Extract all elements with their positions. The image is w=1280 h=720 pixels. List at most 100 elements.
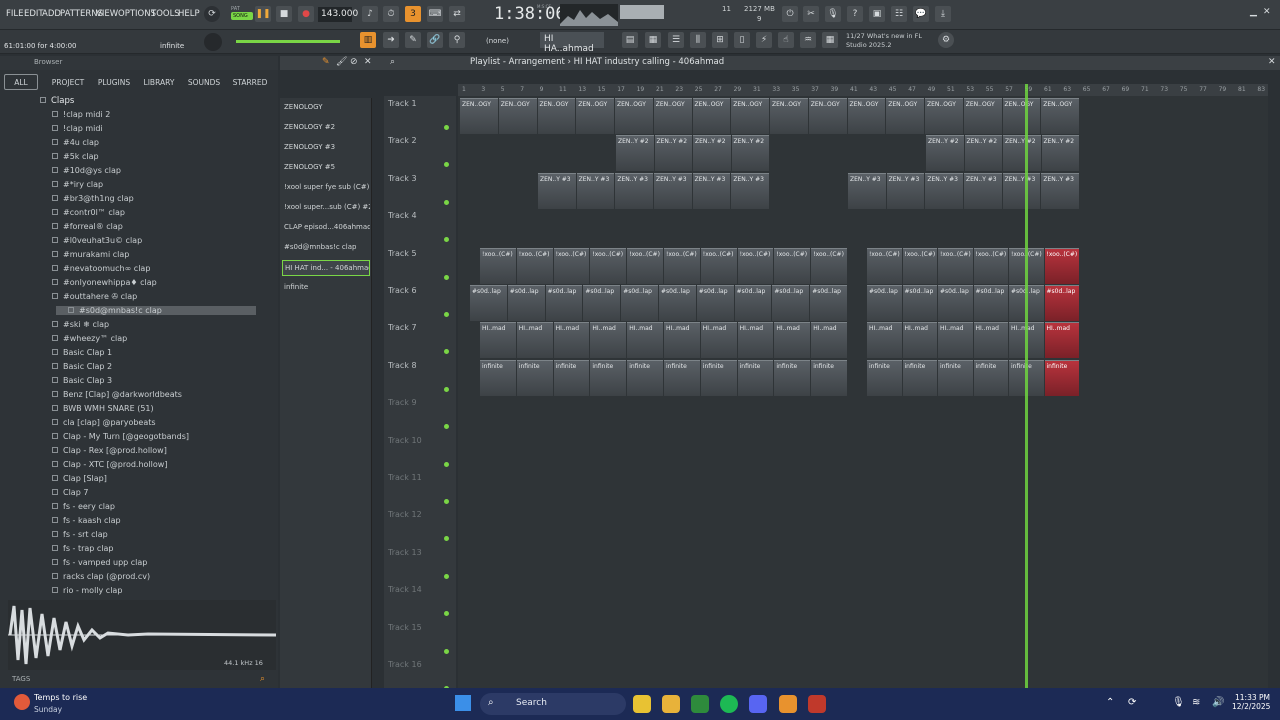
pattern-item[interactable]: !xool super fye sub (C#): [282, 180, 370, 196]
chrome-icon[interactable]: [633, 695, 651, 713]
playlist-clip[interactable]: #s0d..lap: [902, 285, 937, 321]
pattern-item[interactable]: HI HAT ind... - 406ahmad: [282, 260, 370, 276]
playlist-clip[interactable]: !xoo..(C#): [938, 247, 973, 284]
pattern-item[interactable]: infinite: [282, 280, 370, 296]
playlist-clip[interactable]: ZEN..OGY: [886, 98, 924, 134]
playhead[interactable]: [1025, 84, 1028, 688]
track-mute-dot[interactable]: [444, 199, 449, 205]
playlist-clip[interactable]: #s0d..lap: [583, 285, 621, 321]
playlist-clip[interactable]: ZEN..Y #2: [693, 135, 731, 172]
playlist-clip[interactable]: infinite: [516, 359, 553, 396]
playlist-clip[interactable]: HI..mad: [938, 322, 973, 359]
playlist-clip[interactable]: ZEN..OGY: [576, 98, 614, 134]
playlist-clip[interactable]: ZEN..Y #3: [886, 172, 925, 209]
track-label[interactable]: Track 2: [388, 136, 417, 145]
time-format[interactable]: M:S:CS: [537, 4, 551, 9]
track-mute-dot[interactable]: [444, 312, 449, 317]
playlist-clip[interactable]: HI..mad: [516, 322, 553, 359]
tray-chevron-icon[interactable]: ⌃: [1106, 697, 1114, 708]
menu-add[interactable]: ADD: [42, 9, 61, 19]
browser-item[interactable]: Clap - XTC [@prod.hollow]: [52, 460, 167, 469]
browser-item[interactable]: Clap [Slap]: [52, 474, 107, 483]
minimize-icon[interactable]: ▁: [1250, 7, 1257, 17]
playlist-clip[interactable]: infinite: [480, 359, 516, 396]
track-label[interactable]: Track 12: [388, 510, 422, 519]
playlist-clip[interactable]: ZEN..Y #3: [1041, 172, 1079, 209]
playlist-clip[interactable]: HI..mad: [664, 322, 700, 359]
record-icon[interactable]: ●: [298, 6, 314, 22]
playlist-clip[interactable]: #s0d..lap: [867, 285, 902, 321]
playlist-clip[interactable]: HI..mad: [627, 322, 663, 359]
settings-icon[interactable]: ⚙: [938, 32, 954, 48]
stop-icon[interactable]: ■: [276, 6, 292, 22]
weather-icon[interactable]: [14, 694, 30, 710]
track-label[interactable]: Track 8: [388, 361, 417, 370]
playlist-clip[interactable]: infinite: [700, 359, 737, 396]
browser-item[interactable]: #br3@th1ng clap: [52, 194, 134, 203]
pattern-item[interactable]: ZENOLOGY #5: [282, 160, 370, 176]
playlist-clip[interactable]: ZEN..OGY: [498, 98, 537, 134]
countdown-icon[interactable]: 3: [405, 6, 421, 22]
playlist-clip[interactable]: ZEN..Y #2: [616, 135, 654, 172]
master-volume[interactable]: [620, 5, 664, 19]
browser-item[interactable]: #10d@ys clap: [52, 166, 121, 175]
track-label[interactable]: Track 9: [388, 398, 417, 407]
plug-icon[interactable]: ⚡: [756, 32, 772, 48]
zoom-tool-icon[interactable]: ⌕: [390, 57, 395, 67]
playlist-clip[interactable]: infinite: [1044, 359, 1079, 396]
playlist-clip[interactable]: HI..mad: [737, 322, 774, 359]
taskbar-search[interactable]: Search: [480, 693, 626, 715]
playlist-clip[interactable]: HI..mad: [811, 322, 847, 359]
playlist-clip[interactable]: ZEN..Y #2: [1041, 135, 1079, 172]
playlist-clip[interactable]: #s0d..lap: [734, 285, 772, 321]
playlist-clip[interactable]: HI..mad: [902, 322, 937, 359]
browser-item[interactable]: fs - trap clap: [52, 544, 114, 553]
pat-song-switch[interactable]: PAT SONG: [231, 6, 253, 22]
browser-item[interactable]: Clap - My Turn [@geogotbands]: [52, 432, 189, 441]
touch-icon[interactable]: ☝: [778, 32, 794, 48]
playlist-clip[interactable]: ZEN..Y #3: [538, 172, 576, 209]
loop-icon[interactable]: ⟳: [204, 6, 220, 22]
playlist-clip[interactable]: ZEN..Y #2: [654, 135, 692, 172]
folder-explorer-icon[interactable]: [662, 695, 680, 713]
browser-item[interactable]: #nevatoomuch∞ clap: [52, 264, 150, 273]
playlist-clip[interactable]: !xoo..(C#): [902, 247, 937, 284]
news-panel[interactable]: 11/27 What's new in FL Studio 2025.2: [846, 32, 922, 50]
cut-icon[interactable]: ✂: [803, 6, 819, 22]
playlist-clip[interactable]: ZEN..Y #3: [848, 172, 886, 209]
tab-starred[interactable]: STARRED: [230, 74, 270, 90]
track-label[interactable]: Track 13: [388, 548, 422, 557]
playlist-clip[interactable]: infinite: [867, 359, 902, 396]
pencil-icon[interactable]: ✎: [405, 32, 421, 48]
menu-view[interactable]: VIEW: [96, 9, 118, 19]
playlist-clip[interactable]: ZEN..Y #3: [576, 172, 615, 209]
playlist-clip[interactable]: ZEN..OGY: [615, 98, 653, 134]
tab-all[interactable]: ALL: [4, 74, 38, 90]
playlist-clip[interactable]: infinite: [590, 359, 627, 396]
tab-plugins[interactable]: PLUGINS: [94, 74, 134, 90]
playlist-clip[interactable]: !xoo..(C#): [1044, 247, 1079, 284]
wait-icon[interactable]: ⏱: [383, 6, 399, 22]
stamp-icon[interactable]: ⚲: [449, 32, 465, 48]
browser-item[interactable]: Clap 7: [52, 488, 88, 497]
weather-text[interactable]: Temps to rise: [34, 693, 87, 702]
playlist-clip[interactable]: infinite: [553, 359, 590, 396]
track-mute-dot[interactable]: [444, 125, 449, 130]
track-label[interactable]: Track 6: [388, 286, 417, 295]
playlist-clip[interactable]: ZEN..Y #2: [1003, 135, 1041, 172]
playlist-clip[interactable]: !xoo..(C#): [553, 247, 590, 284]
tray-mic-icon[interactable]: 🎙: [1172, 697, 1185, 708]
track-label[interactable]: Track 15: [388, 623, 422, 632]
browser-item[interactable]: #murakami clap: [52, 250, 129, 259]
news-icon[interactable]: ▦: [822, 32, 838, 48]
playlist-clip[interactable]: ZEN..OGY: [460, 98, 498, 134]
pattern-selector[interactable]: HI HA..ahmad: [540, 32, 604, 54]
playlist-clip[interactable]: HI..mad: [867, 322, 902, 359]
browser-item[interactable]: !clap midi 2: [52, 110, 110, 119]
playlist-clip[interactable]: #s0d..lap: [621, 285, 658, 321]
playlist-clip[interactable]: !xoo..(C#): [774, 247, 811, 284]
step-edit-icon[interactable]: ⌨: [427, 6, 443, 22]
playlist-clip[interactable]: ZEN..Y #3: [731, 172, 769, 209]
playlist-clip[interactable]: ZEN..Y #3: [925, 172, 963, 209]
spotify-icon[interactable]: [720, 695, 738, 713]
